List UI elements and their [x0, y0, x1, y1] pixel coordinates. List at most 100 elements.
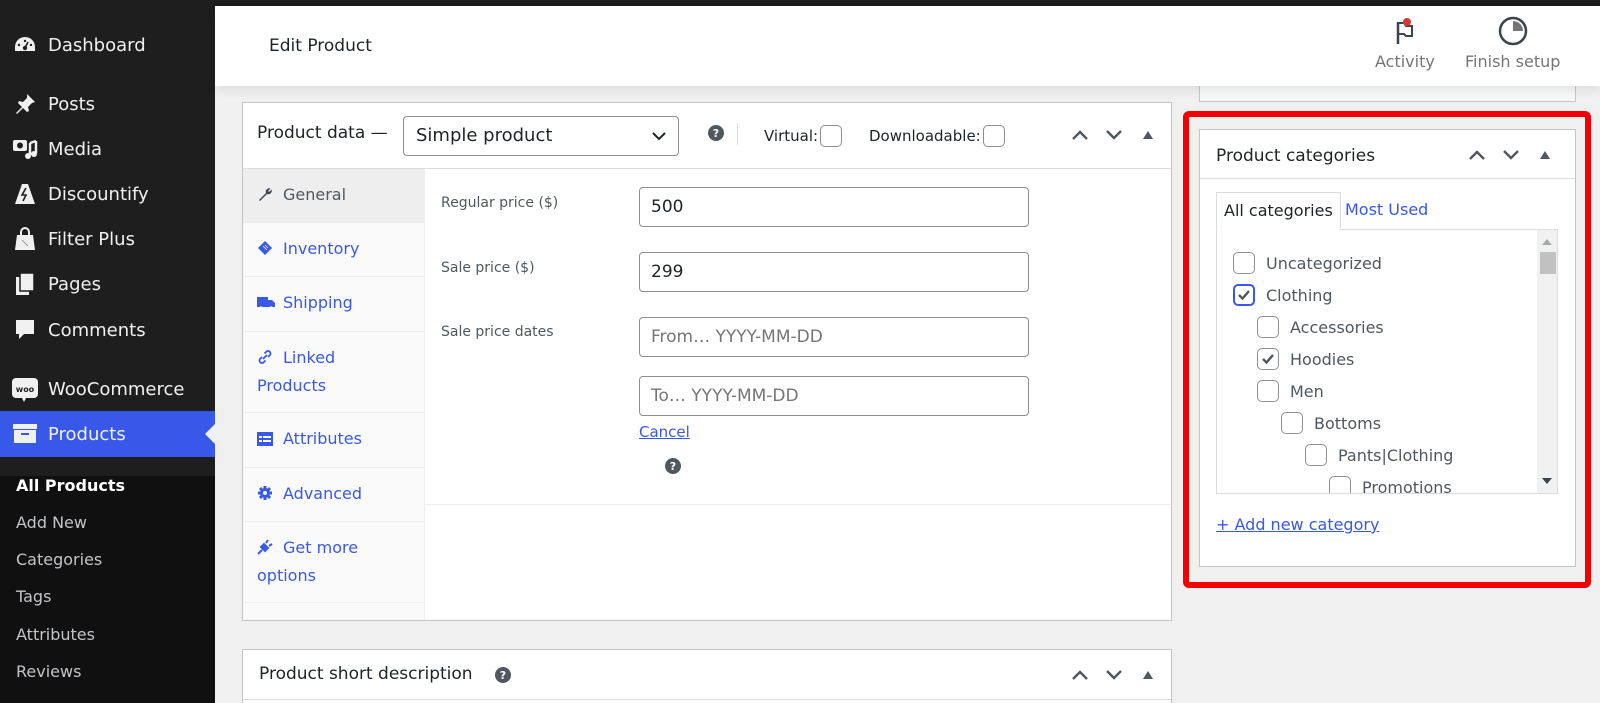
sale-price-input[interactable]: 299 [639, 252, 1029, 292]
tab-label: Inventory [283, 239, 360, 258]
move-down-button[interactable] [1494, 143, 1528, 167]
help-icon[interactable]: ? [708, 125, 724, 141]
truck-icon [257, 292, 275, 318]
move-down-button[interactable] [1097, 123, 1131, 147]
sidebar-item-label: Posts [48, 93, 96, 115]
tab-general[interactable]: General [243, 169, 425, 223]
scrollbar-thumb[interactable] [1540, 252, 1556, 274]
product-categories-header: Product categories [1200, 130, 1575, 179]
tab-most-used[interactable]: Most Used [1338, 192, 1435, 230]
checklist-scrollbar[interactable] [1537, 230, 1557, 493]
sidebar-item-discountify[interactable]: Discountify [0, 174, 215, 214]
tab-linked-products[interactable]: Linked Products [243, 332, 425, 413]
virtual-checkbox[interactable] [820, 125, 843, 147]
category-item[interactable]: Men [1257, 380, 1324, 402]
product-data-panel: Product data — Simple product ? Virtual:… [242, 102, 1172, 621]
submenu-all-products[interactable]: All Products [16, 476, 125, 495]
virtual-checkbox-label[interactable]: Virtual: [764, 125, 843, 147]
move-up-button[interactable] [1063, 663, 1097, 687]
toggle-panel-button[interactable] [1131, 123, 1165, 147]
scroll-down-arrow-icon[interactable] [1542, 478, 1552, 485]
tag-icon [257, 238, 275, 264]
divider [737, 123, 738, 145]
tab-label: General [283, 185, 347, 204]
category-item[interactable]: Uncategorized [1233, 252, 1382, 274]
page-header: Edit Product Activity Finish setup [215, 6, 1600, 86]
submenu-attributes[interactable]: Attributes [16, 625, 95, 644]
category-checkbox[interactable] [1257, 316, 1279, 338]
products-submenu: All Products Add New Categories Tags Att… [0, 476, 215, 703]
triangle-up-icon [1540, 151, 1550, 159]
category-label: Promotions [1362, 477, 1452, 494]
move-up-button[interactable] [1063, 123, 1097, 147]
downloadable-checkbox-label[interactable]: Downloadable: [869, 125, 1005, 147]
panel-controls [1063, 123, 1165, 147]
submenu-reviews[interactable]: Reviews [16, 662, 81, 681]
sidebar-item-dashboard[interactable]: Dashboard [0, 25, 215, 65]
scroll-up-arrow-icon[interactable] [1542, 238, 1552, 245]
category-checkbox[interactable] [1305, 444, 1327, 466]
category-item[interactable]: Accessories [1257, 316, 1384, 338]
category-checkbox[interactable] [1281, 412, 1303, 434]
short-description-title: Product short description [259, 664, 473, 684]
category-checkbox[interactable] [1233, 252, 1255, 274]
gear-icon [257, 483, 275, 509]
submenu-add-new[interactable]: Add New [16, 513, 87, 532]
help-icon[interactable]: ? [495, 667, 511, 683]
chevron-down-icon [1106, 670, 1122, 680]
list-icon [257, 428, 275, 454]
category-checkbox[interactable] [1257, 348, 1279, 370]
tab-shipping[interactable]: Shipping [243, 277, 425, 332]
help-icon[interactable]: ? [665, 458, 681, 474]
toggle-panel-button[interactable] [1528, 143, 1562, 167]
sidebar-item-pages[interactable]: Pages [0, 264, 215, 304]
product-data-tabs: General Inventory Shipping Linked Produc… [243, 169, 425, 620]
category-label: Pants|Clothing [1338, 445, 1454, 465]
tab-get-more-options[interactable]: Get more options [243, 522, 425, 603]
category-item[interactable]: Hoodies [1257, 348, 1354, 370]
downloadable-checkbox[interactable] [982, 125, 1005, 147]
chevron-down-icon [652, 132, 666, 141]
progress-circle-icon [1498, 16, 1527, 46]
category-checkbox[interactable] [1233, 284, 1255, 306]
category-checkbox[interactable] [1329, 476, 1351, 493]
toggle-panel-button[interactable] [1131, 663, 1165, 687]
tab-inventory[interactable]: Inventory [243, 223, 425, 277]
sidebar-item-woocommerce[interactable]: woo WooCommerce [0, 369, 215, 409]
tab-attributes[interactable]: Attributes [243, 413, 425, 468]
category-item[interactable]: Clothing [1233, 284, 1333, 306]
submenu-tags[interactable]: Tags [16, 587, 51, 606]
category-checkbox[interactable] [1257, 380, 1279, 402]
category-item[interactable]: Promotions [1329, 476, 1452, 494]
pages-icon [12, 271, 38, 297]
sale-from-date-input[interactable]: From… YYYY-MM-DD [639, 317, 1029, 357]
wrench-icon [257, 184, 275, 210]
submenu-categories[interactable]: Categories [16, 550, 102, 569]
svg-text:woo: woo [16, 385, 35, 394]
pin-icon [12, 91, 38, 117]
sidebar-item-comments[interactable]: Comments [0, 310, 215, 350]
product-type-select[interactable]: Simple product [403, 116, 679, 156]
category-item[interactable]: Pants|Clothing [1305, 444, 1453, 466]
sale-to-date-input[interactable]: To… YYYY-MM-DD [639, 376, 1029, 416]
tab-all-categories[interactable]: All categories [1216, 192, 1341, 230]
sidebar-item-media[interactable]: Media [0, 129, 215, 169]
chevron-down-icon [1106, 130, 1122, 140]
triangle-up-icon [1143, 131, 1153, 139]
tab-label: Attributes [283, 429, 362, 448]
virtual-label-text: Virtual: [764, 127, 819, 145]
category-label: Men [1290, 381, 1324, 401]
sidebar-item-posts[interactable]: Posts [0, 84, 215, 124]
add-new-category-link[interactable]: + Add new category [1216, 515, 1379, 534]
sidebar-item-label: Discountify [48, 183, 149, 205]
sidebar-item-filter-plus[interactable]: Filter Plus [0, 219, 215, 259]
activity-button[interactable]: Activity [1375, 16, 1435, 71]
move-down-button[interactable] [1097, 663, 1131, 687]
regular-price-input[interactable]: 500 [639, 187, 1029, 227]
sidebar-item-products[interactable]: Products [0, 411, 215, 457]
finish-setup-button[interactable]: Finish setup [1465, 16, 1560, 71]
tab-advanced[interactable]: Advanced [243, 468, 425, 522]
cancel-schedule-link[interactable]: Cancel [639, 423, 690, 441]
move-up-button[interactable] [1460, 143, 1494, 167]
category-item[interactable]: Bottoms [1281, 412, 1381, 434]
